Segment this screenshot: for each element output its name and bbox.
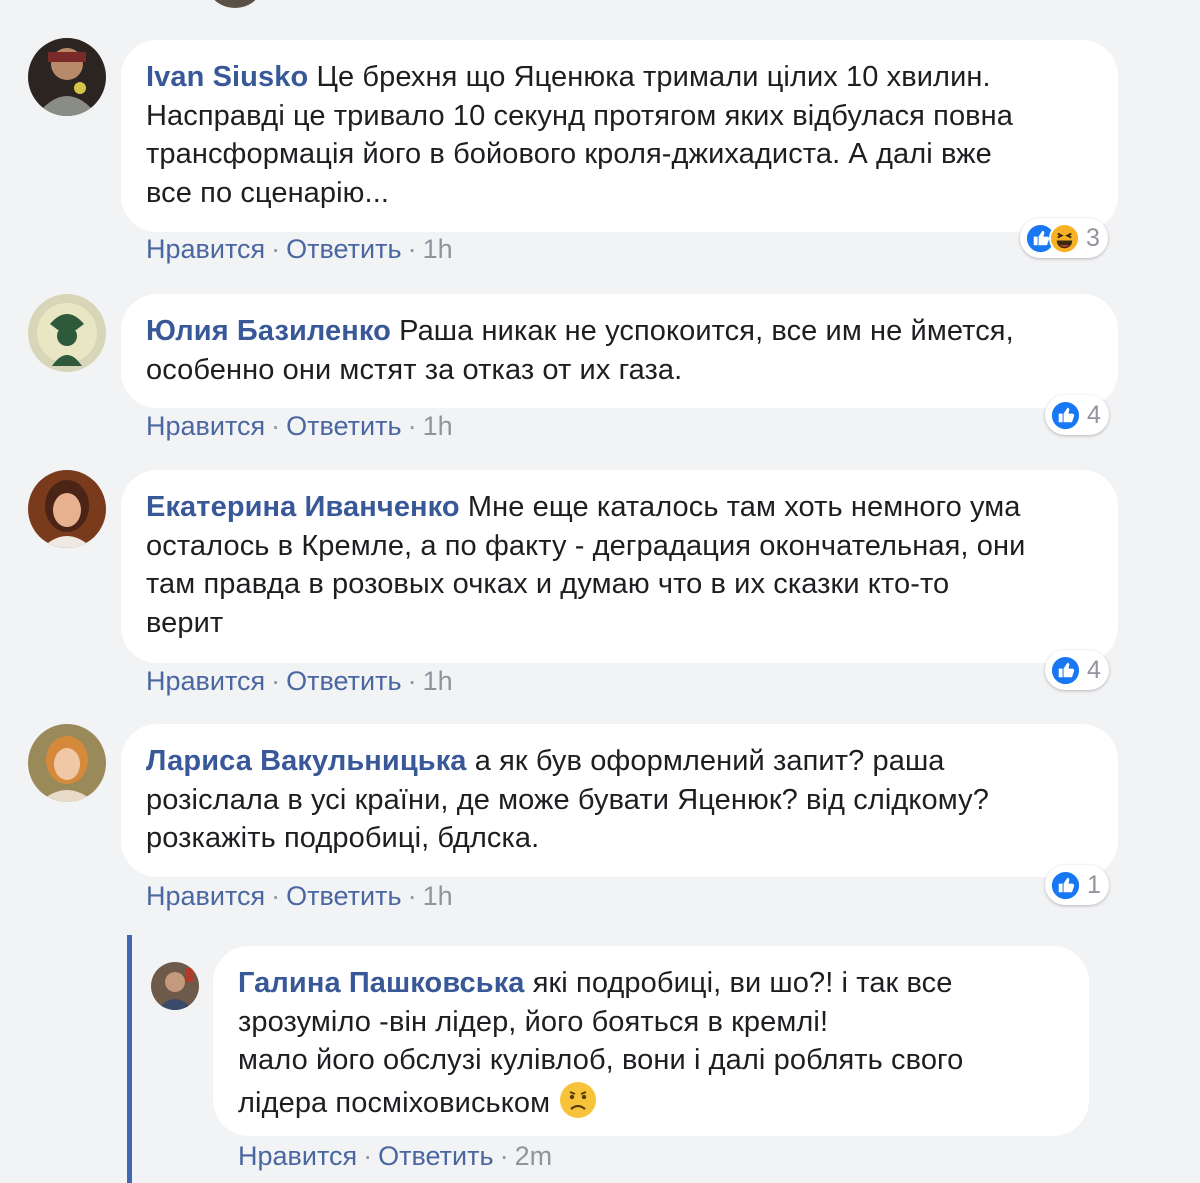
avatar[interactable] [28, 294, 106, 372]
comment-author[interactable]: Екатерина Иванченко [146, 491, 460, 523]
separator: · [407, 881, 417, 911]
reactions-summary[interactable]: 4 [1045, 395, 1109, 435]
comment-actions: Нравится · Ответить · 1h [146, 411, 453, 442]
avatar[interactable] [28, 38, 106, 116]
comment-actions: Нравится · Ответить · 1h [146, 881, 453, 912]
reactions-summary[interactable]: 4 [1045, 650, 1109, 690]
avatar[interactable] [28, 724, 106, 802]
like-link[interactable]: Нравится [146, 234, 265, 264]
avatar[interactable] [151, 962, 199, 1010]
separator: · [271, 411, 281, 441]
like-link[interactable]: Нравится [146, 666, 265, 696]
comment-bubble: Екатерина Иванченко Мне еще каталось там… [121, 470, 1118, 663]
separator: · [271, 234, 281, 264]
reply-bubble: Галина Пашковська які подробиці, ви шо?!… [213, 946, 1089, 1136]
comment-timestamp[interactable]: 1h [423, 881, 453, 911]
comment-timestamp[interactable]: 1h [423, 666, 453, 696]
like-reaction-icon [1050, 654, 1081, 686]
comment-author[interactable]: Ivan Siusko [146, 61, 308, 93]
separator: · [363, 1141, 373, 1171]
separator: · [407, 234, 417, 264]
reply-timestamp[interactable]: 2m [515, 1141, 553, 1171]
like-reaction-icon [1050, 869, 1081, 901]
comment-bubble: Юлия Базиленко Раша никак не успокоится,… [121, 294, 1118, 408]
like-link[interactable]: Нравится [238, 1141, 357, 1171]
reply-link[interactable]: Ответить [286, 234, 401, 264]
reactions-summary[interactable]: 1 [1045, 865, 1109, 905]
comment-actions: Нравится · Ответить · 1h [146, 666, 453, 697]
reply-author[interactable]: Галина Пашковська [238, 967, 525, 999]
reply-link[interactable]: Ответить [286, 881, 401, 911]
reaction-count: 4 [1087, 400, 1101, 429]
separator: · [271, 666, 281, 696]
reactions-summary[interactable]: 3 [1020, 218, 1108, 258]
reply-thread-line [127, 935, 132, 1183]
like-link[interactable]: Нравится [146, 881, 265, 911]
separator: · [407, 666, 417, 696]
separator: · [271, 881, 281, 911]
reply-link[interactable]: Ответить [378, 1141, 493, 1171]
reply-link[interactable]: Ответить [286, 411, 401, 441]
separator: · [499, 1141, 509, 1171]
comments-thread: Ivan Siusko Це брехня що Яценюка тримали… [0, 0, 1200, 1183]
comment-timestamp[interactable]: 1h [423, 411, 453, 441]
reaction-count: 1 [1087, 870, 1101, 899]
comment-author[interactable]: Юлия Базиленко [146, 315, 391, 347]
reply-actions: Нравится · Ответить · 2m [238, 1141, 552, 1172]
comment-author[interactable]: Лариса Вакульницька [146, 745, 467, 777]
reaction-count: 3 [1086, 223, 1100, 252]
comment-bubble: Ivan Siusko Це брехня що Яценюка тримали… [121, 40, 1118, 232]
separator: · [407, 411, 417, 441]
like-reaction-icon [1050, 399, 1081, 431]
like-link[interactable]: Нравится [146, 411, 265, 441]
reply-link[interactable]: Ответить [286, 666, 401, 696]
comment-bubble: Лариса Вакульницька а як був оформлений … [121, 724, 1118, 877]
comment-actions: Нравится · Ответить · 1h [146, 234, 453, 265]
avatar[interactable] [210, 0, 260, 8]
comment-timestamp[interactable]: 1h [423, 234, 453, 264]
worried-face-icon [560, 1081, 597, 1118]
avatar[interactable] [28, 470, 106, 548]
haha-reaction-icon [1049, 222, 1080, 254]
reaction-count: 4 [1087, 655, 1101, 684]
